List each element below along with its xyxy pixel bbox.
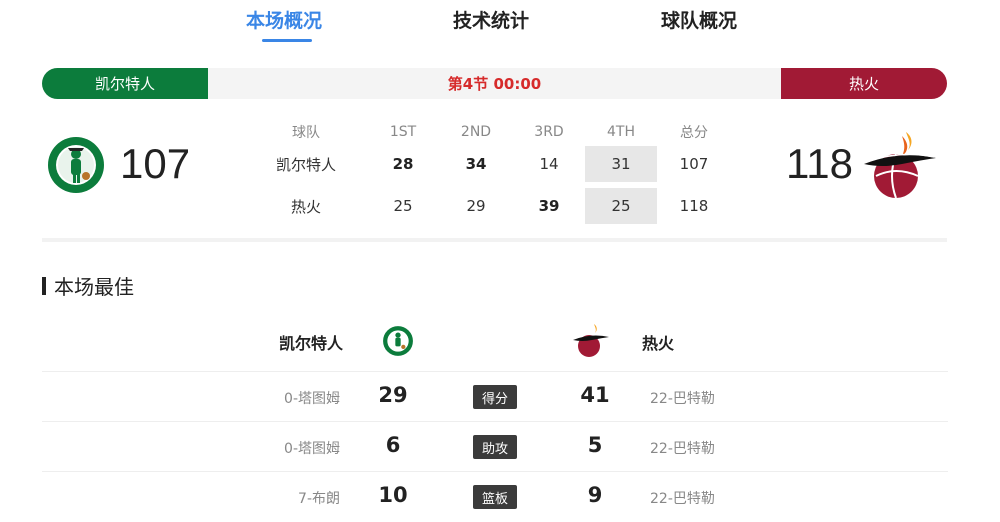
header-total: 总分: [680, 125, 708, 141]
left-stat-value: 6: [385, 433, 401, 457]
q1-score: 25: [393, 197, 413, 215]
total-score: 118: [679, 197, 709, 215]
header-q1: 1ST: [389, 124, 417, 140]
heat-logo-icon: [862, 128, 938, 204]
q3-score: 39: [538, 197, 560, 215]
q2-score: 34: [465, 155, 487, 173]
header-q4: 4TH: [607, 124, 635, 140]
header-team: 球队: [292, 125, 320, 141]
right-stat-value: 5: [587, 433, 603, 457]
q2-score: 29: [466, 197, 486, 215]
celtics-small-logo-icon: [382, 324, 414, 358]
left-player-name: 0-塔图姆: [284, 391, 340, 407]
best-row-rebounds: 7-布朗 10 篮板 9 22-巴特勒: [42, 471, 948, 521]
active-tab-indicator: [262, 39, 312, 42]
q3-score: 14: [539, 155, 559, 173]
stat-badge: 助攻: [473, 435, 517, 459]
section-divider: [42, 238, 947, 242]
total-score: 107: [679, 155, 709, 173]
game-period-clock: 第4节 00:00: [447, 75, 542, 93]
away-team-pill: 热火: [781, 68, 947, 99]
right-player-name: 22-巴特勒: [650, 491, 715, 507]
left-stat-value: 29: [378, 383, 408, 407]
stat-badge: 得分: [473, 385, 517, 409]
section-title-text: 本场最佳: [54, 275, 134, 299]
q4-score: 25: [585, 188, 657, 224]
header-q3: 3RD: [534, 124, 564, 140]
tab-overview[interactable]: 本场概况: [246, 6, 322, 33]
right-player-name: 22-巴特勒: [650, 391, 715, 407]
best-header: 凯尔特人 热火: [0, 322, 1000, 362]
away-big-score: 118: [786, 140, 853, 187]
q1-score: 28: [392, 155, 414, 173]
game-status-bar: 凯尔特人 第4节 00:00 热火: [42, 68, 947, 99]
tab-team-overview[interactable]: 球队概况: [661, 6, 737, 33]
left-player-name: 7-布朗: [298, 491, 340, 507]
best-row-assists: 0-塔图姆 6 助攻 5 22-巴特勒: [42, 421, 948, 471]
home-team-pill: 凯尔特人: [42, 68, 208, 99]
box-score-row-home: 凯尔特人 28 34 14 31 107: [270, 146, 730, 182]
tab-bar: 本场概况 技术统计 球队概况: [0, 0, 1000, 48]
best-right-team-name: 热火: [642, 334, 675, 353]
section-title-bar: [42, 276, 46, 295]
right-stat-value: 9: [587, 483, 603, 507]
left-stat-value: 10: [378, 483, 408, 507]
row-team-name: 热火: [290, 197, 321, 216]
header-q2: 2ND: [460, 124, 492, 140]
home-big-score: 107: [120, 140, 191, 187]
left-player-name: 0-塔图姆: [284, 441, 340, 457]
best-left-team-name: 凯尔特人: [279, 334, 344, 353]
stat-badge: 篮板: [473, 485, 517, 509]
q4-score: 31: [585, 146, 657, 182]
tab-stats[interactable]: 技术统计: [453, 6, 529, 33]
best-row-points: 0-塔图姆 29 得分 41 22-巴特勒: [42, 371, 948, 421]
right-player-name: 22-巴特勒: [650, 441, 715, 457]
best-section-title: 本场最佳: [42, 271, 134, 300]
row-team-name: 凯尔特人: [275, 155, 336, 174]
right-stat-value: 41: [580, 383, 610, 407]
heat-small-logo-icon: [572, 322, 610, 360]
box-score-row-away: 热火 25 29 39 25 118: [270, 188, 730, 224]
box-score-header-row: 球队 1ST 2ND 3RD 4TH 总分: [270, 114, 730, 150]
celtics-logo-icon: [46, 134, 106, 196]
